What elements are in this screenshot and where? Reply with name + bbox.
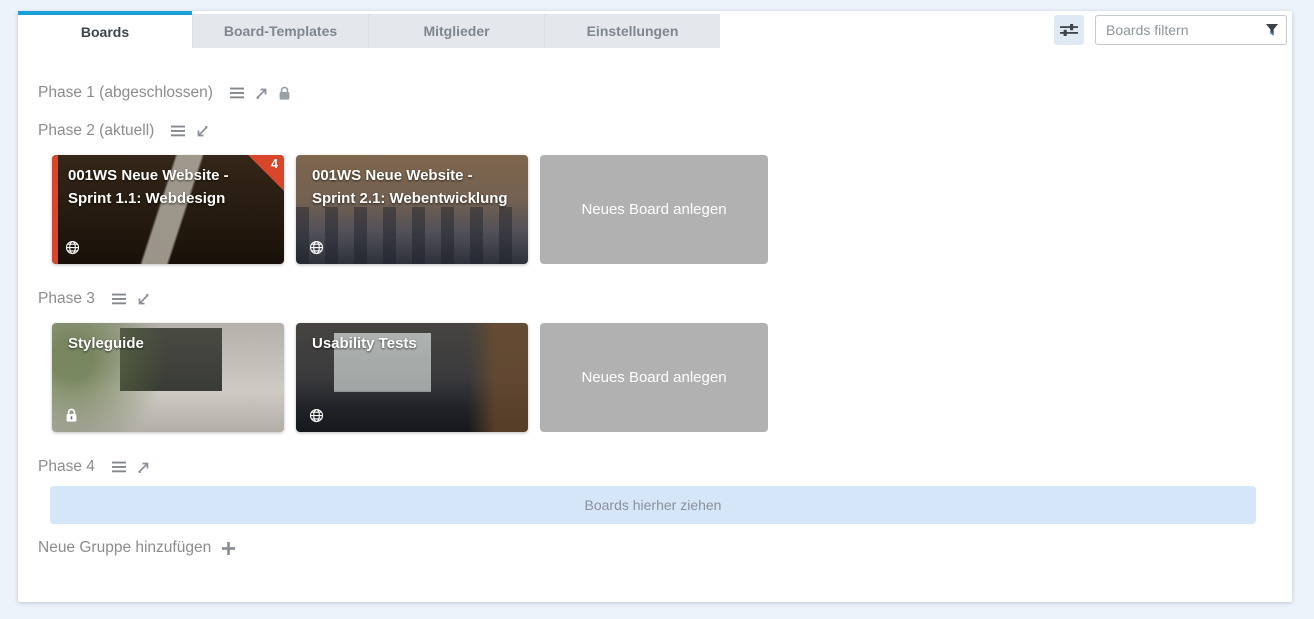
board-card-sprint-1-1[interactable]: 001WS Neue Website - Sprint 1.1: Webdesi…: [52, 155, 284, 264]
lock-icon: [278, 86, 291, 101]
tune-sliders-icon: [1059, 22, 1079, 38]
tab-einstellungen[interactable]: Einstellungen: [544, 14, 720, 48]
tab-boards[interactable]: Boards: [18, 11, 192, 48]
collapse-icon[interactable]: [195, 124, 210, 139]
lock-icon: [65, 408, 78, 423]
toolbar: [1054, 15, 1287, 45]
group-menu-icon[interactable]: [112, 461, 127, 473]
group-menu-icon[interactable]: [230, 87, 245, 99]
new-board-button[interactable]: Neues Board anlegen: [540, 323, 768, 432]
board-card-usability-tests[interactable]: Usability Tests: [296, 323, 528, 432]
collapse-icon[interactable]: [136, 292, 151, 307]
plus-icon: [221, 541, 236, 556]
board-title: Usability Tests: [312, 333, 514, 356]
new-board-button[interactable]: Neues Board anlegen: [540, 155, 768, 264]
view-options-button[interactable]: [1054, 15, 1084, 45]
boards-content: Phase 1 (abgeschlossen) Pha: [18, 48, 1292, 557]
funnel-filter-icon[interactable]: [1264, 22, 1280, 38]
notification-corner-badge: [248, 155, 284, 191]
group-header-phase3: Phase 3: [38, 287, 1272, 311]
board-title: 001WS Neue Website - Sprint 1.1: Webdesi…: [68, 165, 270, 210]
expand-icon[interactable]: [136, 460, 151, 475]
add-group-label: Neue Gruppe hinzufügen: [38, 539, 211, 557]
tab-board-templates[interactable]: Board-Templates: [192, 14, 368, 48]
filter-field-wrap: [1095, 15, 1287, 45]
boards-row-phase3: Styleguide Usability Tests: [52, 323, 1272, 432]
group-menu-icon[interactable]: [112, 293, 127, 305]
board-title: Styleguide: [68, 333, 270, 356]
group-header-phase2: Phase 2 (aktuell): [38, 119, 1272, 143]
group-title: Phase 3: [38, 290, 95, 308]
group-header-phase1: Phase 1 (abgeschlossen): [38, 81, 1272, 105]
boards-filter-input[interactable]: [1095, 15, 1287, 45]
group-title: Phase 2 (aktuell): [38, 122, 154, 140]
group-menu-icon[interactable]: [171, 125, 186, 137]
globe-icon: [65, 240, 80, 255]
globe-icon: [309, 240, 324, 255]
tab-mitglieder[interactable]: Mitglieder: [368, 14, 544, 48]
expand-icon[interactable]: [254, 86, 269, 101]
boards-row-phase2: 001WS Neue Website - Sprint 1.1: Webdesi…: [52, 155, 1272, 264]
globe-icon: [309, 408, 324, 423]
badge-count: 4: [271, 157, 278, 171]
group-title: Phase 1 (abgeschlossen): [38, 84, 213, 102]
group-title: Phase 4: [38, 458, 95, 476]
board-dropzone[interactable]: Boards hierher ziehen: [50, 486, 1256, 524]
boards-panel: Boards Board-Templates Mitglieder Einste…: [18, 11, 1292, 602]
board-card-sprint-2-1[interactable]: 001WS Neue Website - Sprint 2.1: Webentw…: [296, 155, 528, 264]
add-group-button[interactable]: Neue Gruppe hinzufügen: [38, 539, 236, 557]
group-header-phase4: Phase 4: [38, 455, 1272, 479]
board-title: 001WS Neue Website - Sprint 2.1: Webentw…: [312, 165, 514, 210]
board-card-styleguide[interactable]: Styleguide: [52, 323, 284, 432]
